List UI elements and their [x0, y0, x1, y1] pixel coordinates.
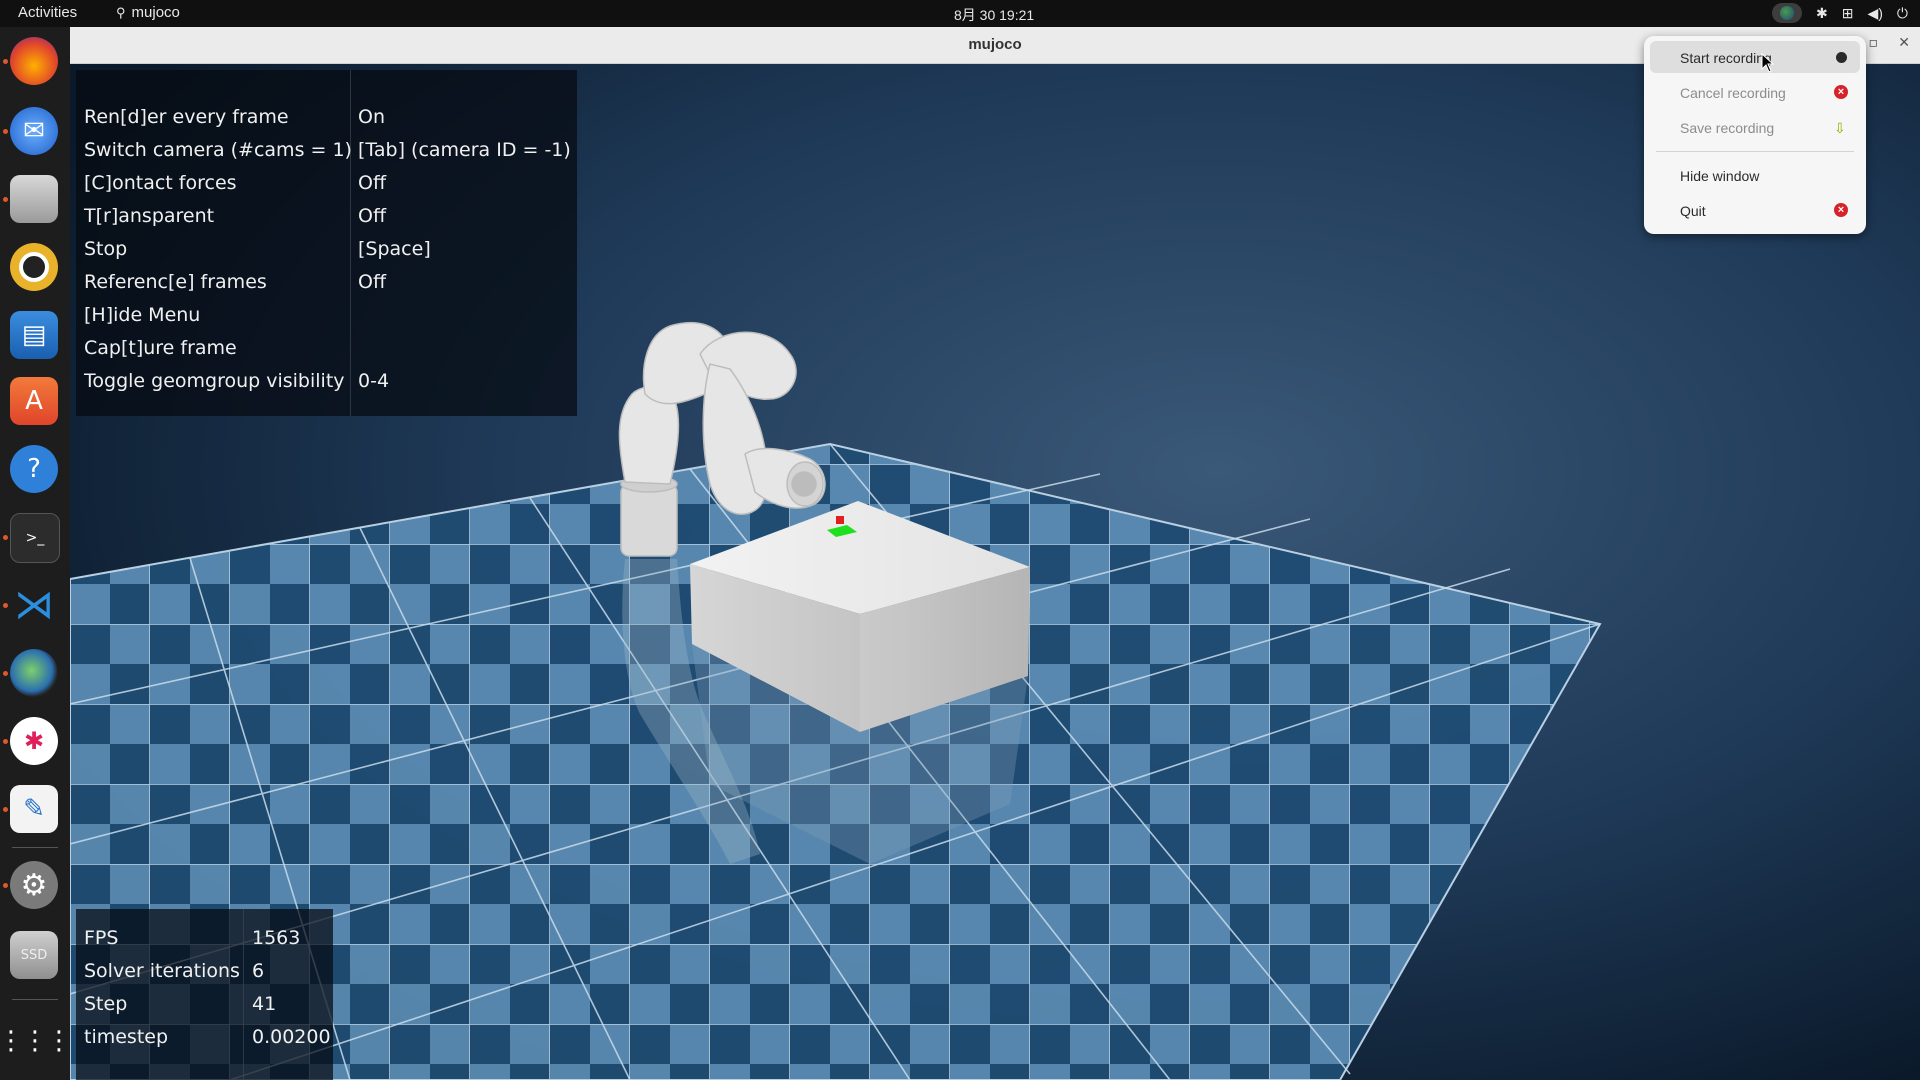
hide-window-item[interactable]: Hide window — [1650, 159, 1860, 191]
option-value: [Tab] (camera ID = -1) — [358, 139, 571, 161]
option-key: Referenc[e] frames — [84, 271, 267, 293]
quit-x-icon: × — [1834, 203, 1848, 217]
stat-value: 1563 — [252, 927, 301, 949]
option-value: Off — [358, 205, 387, 227]
option-key: Toggle geomgroup visibility — [84, 370, 345, 392]
slack-indicator-icon[interactable]: ✱ — [1816, 5, 1828, 22]
quit-label: Quit — [1680, 203, 1706, 219]
chrome-indicator-icon[interactable] — [1772, 3, 1803, 23]
cancel-x-icon: × — [1834, 85, 1848, 99]
maximize-icon[interactable]: ▫ — [1869, 35, 1879, 51]
stats-panel: FPS 1563 Solver iterations 6 Step 41 timest… — [76, 909, 333, 1080]
terminal-icon[interactable]: >_ — [10, 513, 60, 563]
activities-button[interactable]: Activities — [18, 4, 77, 21]
volume-icon[interactable]: ◀) — [1867, 5, 1882, 22]
show-apps-icon[interactable]: ⋮⋮⋮ — [0, 1017, 72, 1065]
option-key: [C]ontact forces — [84, 172, 237, 194]
running-indicator — [3, 197, 8, 202]
option-key: Switch camera (#cams = 1) — [84, 139, 352, 161]
mujoco-app-icon: ⚲ — [116, 5, 126, 20]
slack-icon[interactable]: ✱ — [10, 717, 58, 765]
cancel-recording-label: Cancel recording — [1680, 85, 1786, 101]
stat-value: 41 — [252, 993, 277, 1015]
option-key: Cap[t]ure frame — [84, 337, 237, 359]
app-menu[interactable]: ⚲ mujoco — [116, 4, 180, 21]
quit-item[interactable]: Quit × — [1650, 194, 1860, 226]
save-recording-item[interactable]: Save recording ⇩ — [1650, 111, 1860, 143]
menu-separator — [1656, 151, 1854, 152]
mouse-cursor-icon — [1761, 53, 1775, 73]
option-key: [H]ide Menu — [84, 304, 201, 326]
option-key: Ren[d]er every frame — [84, 106, 289, 128]
running-indicator — [3, 59, 8, 64]
window-titlebar[interactable]: mujoco ▫ ✕ — [70, 27, 1920, 64]
option-value: Off — [358, 271, 387, 293]
stat-key: Solver iterations — [84, 960, 240, 982]
options-panel: Ren[d]er every frame On Switch camera (#c… — [76, 70, 577, 416]
stat-key: Step — [84, 993, 128, 1015]
writer-icon[interactable]: ▤ — [10, 311, 58, 359]
ssd-icon[interactable]: SSD — [10, 931, 58, 979]
cancel-recording-item[interactable]: Cancel recording × — [1650, 76, 1860, 108]
text-editor-icon[interactable]: ✎ — [10, 785, 58, 833]
chrome-icon[interactable] — [10, 649, 58, 697]
hide-window-label: Hide window — [1680, 168, 1760, 184]
option-value: Off — [358, 172, 387, 194]
vscode-icon[interactable]: ⋊ — [10, 581, 58, 629]
stat-value: 6 — [252, 960, 265, 982]
option-value: 0-4 — [358, 370, 390, 392]
running-indicator — [3, 807, 8, 812]
window-title: mujoco — [968, 36, 1022, 53]
mujoco-window: mujoco ▫ ✕ Ren[d]er every frame On Switc… — [70, 27, 1920, 1080]
clock[interactable]: 8月 30 19:21 — [954, 5, 1034, 25]
settings-icon[interactable]: ⚙ — [10, 861, 58, 909]
files-icon[interactable] — [10, 175, 58, 223]
stat-key: FPS — [84, 927, 119, 949]
dock-separator — [12, 999, 58, 1000]
running-indicator — [3, 535, 8, 540]
firefox-icon[interactable] — [10, 37, 58, 85]
running-indicator — [3, 671, 8, 676]
red-cube-marker — [836, 516, 844, 524]
help-icon[interactable]: ? — [10, 445, 58, 493]
save-download-icon: ⇩ — [1834, 120, 1846, 136]
ssd-label: SSD — [20, 947, 48, 963]
panel-divider — [243, 909, 244, 1080]
power-icon[interactable]: ⏻ — [1897, 5, 1908, 22]
recording-menu: Start recording Cancel recording × Save … — [1644, 36, 1866, 234]
system-tray: ✱ ⊞ ◀) ⏻ — [1772, 3, 1908, 23]
network-icon[interactable]: ⊞ — [1842, 5, 1854, 22]
start-recording-label: Start recording — [1680, 50, 1772, 66]
running-indicator — [3, 603, 8, 608]
close-icon[interactable]: ✕ — [1898, 35, 1910, 51]
dock-separator — [12, 847, 58, 848]
option-key: T[r]ansparent — [84, 205, 215, 227]
option-value: [Space] — [358, 238, 431, 260]
option-key: Stop — [84, 238, 128, 260]
app-center-icon[interactable]: A — [10, 377, 58, 425]
thunderbird-icon[interactable]: ✉ — [10, 107, 58, 155]
running-indicator — [3, 883, 8, 888]
record-dot-icon — [1836, 52, 1847, 63]
running-indicator — [3, 129, 8, 134]
option-value: On — [358, 106, 385, 128]
start-recording-item[interactable]: Start recording — [1650, 41, 1860, 73]
panel-divider — [350, 70, 351, 416]
stat-value: 0.00200 — [252, 1026, 331, 1048]
app-menu-label: mujoco — [131, 4, 180, 21]
stat-key: timestep — [84, 1026, 169, 1048]
top-bar: Activities ⚲ mujoco 8月 30 19:21 ✱ ⊞ ◀) ⏻ — [0, 0, 1920, 27]
save-recording-label: Save recording — [1680, 120, 1775, 136]
dock: ✉ ▤ A ? >_ ⋊ ✱ ✎ ⚙ SSD ⋮⋮⋮ — [0, 27, 72, 1080]
rhythmbox-icon[interactable] — [10, 243, 58, 291]
running-indicator — [3, 739, 8, 744]
